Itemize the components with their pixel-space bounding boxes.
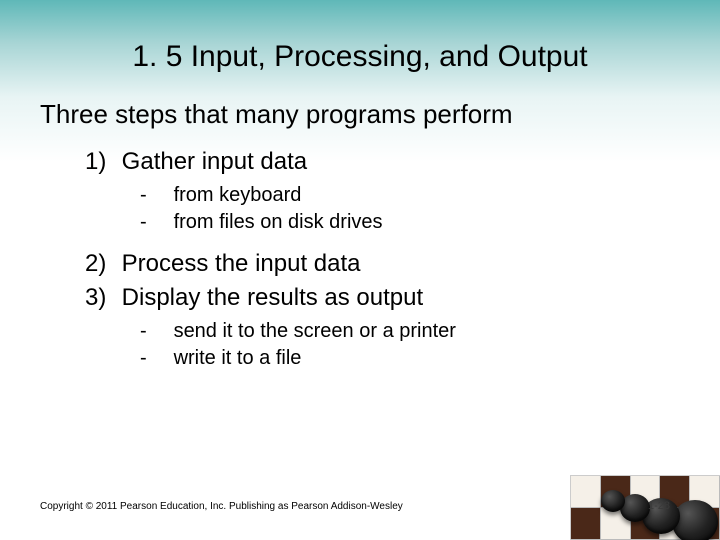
copyright-text: Copyright © 2011 Pearson Education, Inc.… (40, 501, 403, 512)
slide: 1. 5 Input, Processing, and Output Three… (0, 0, 720, 540)
sub-item: - send it to the screen or a printer (140, 318, 680, 345)
sub-list-1: - from keyboard - from files on disk dri… (140, 182, 680, 236)
bullet-dash: - (140, 209, 168, 236)
bullet-dash: - (140, 318, 168, 345)
slide-title: 1. 5 Input, Processing, and Output (40, 40, 680, 74)
bullet-dash: - (140, 182, 168, 209)
sub-text: from files on disk drives (174, 211, 383, 233)
sub-list-3: - send it to the screen or a printer - w… (140, 318, 680, 372)
list-item-1: 1) Gather input data (85, 148, 680, 176)
sub-item: - from files on disk drives (140, 209, 680, 236)
bullet-dash: - (140, 345, 168, 372)
list-item-3: 3) Display the results as output (85, 284, 680, 312)
slide-subtitle: Three steps that many programs perform (40, 99, 680, 130)
sub-text: from keyboard (174, 184, 302, 206)
list-num: 3) (85, 284, 115, 312)
sub-text: write it to a file (174, 347, 302, 369)
list-text: Gather input data (122, 148, 307, 175)
sub-item: - write it to a file (140, 345, 680, 372)
sub-item: - from keyboard (140, 182, 680, 209)
page-number: 1-28 (648, 500, 670, 512)
list-num: 2) (85, 250, 115, 278)
list-text: Display the results as output (122, 284, 424, 311)
list-text: Process the input data (122, 250, 361, 277)
list-num: 1) (85, 148, 115, 176)
footer: Copyright © 2011 Pearson Education, Inc.… (40, 492, 680, 512)
sub-text: send it to the screen or a printer (174, 320, 456, 342)
list-item-2: 2) Process the input data (85, 250, 680, 278)
